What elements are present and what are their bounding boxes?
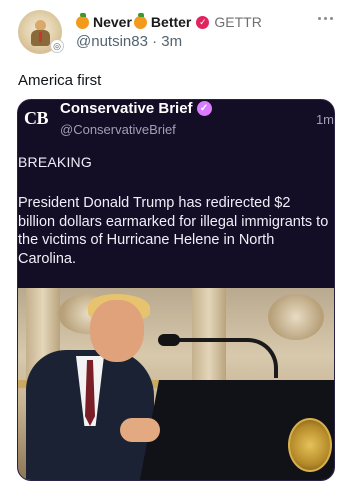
embedded-author-name: Conservative Brief bbox=[60, 100, 193, 117]
verified-badge-icon: ✓ bbox=[196, 101, 212, 116]
embedded-post-body: President Donald Trump has redirected $2… bbox=[18, 195, 329, 267]
author-handle[interactable]: @nutsin83 bbox=[76, 33, 148, 50]
embedded-post-card[interactable]: CB Conservative Brief ✓ @ConservativeBri… bbox=[17, 99, 335, 481]
embedded-author-name-row: Conservative Brief ✓ bbox=[60, 100, 212, 117]
embedded-photo[interactable] bbox=[18, 288, 334, 480]
orange-emoji-icon bbox=[133, 12, 147, 29]
breaking-label: BREAKING bbox=[18, 154, 92, 170]
post-text: America first bbox=[18, 72, 102, 89]
orange-emoji-icon bbox=[76, 12, 89, 29]
platform-name: GETTR bbox=[214, 14, 262, 30]
more-horizontal-icon[interactable] bbox=[315, 12, 335, 24]
post-header: ◎ Never Better ✓ GETTR @nutsin83 · 3m bbox=[0, 0, 351, 62]
separator-dot: · bbox=[152, 33, 162, 50]
avatar-badge-icon: ◎ bbox=[50, 39, 64, 53]
verified-badge-icon: ✓ bbox=[196, 15, 210, 29]
author-name-row[interactable]: Never Better ✓ GETTR bbox=[76, 12, 262, 31]
author-handle-row: @nutsin83 · 3m bbox=[76, 33, 182, 50]
post-time: 3m bbox=[161, 33, 183, 50]
embedded-author-handle: @ConservativeBrief bbox=[60, 122, 176, 137]
author-name-part2: Better bbox=[150, 14, 192, 30]
embedded-post-time: 1m bbox=[315, 112, 334, 127]
presidential-seal-icon bbox=[288, 418, 332, 472]
author-name-part1: Never bbox=[93, 14, 132, 30]
cb-logo: CB bbox=[24, 108, 49, 128]
